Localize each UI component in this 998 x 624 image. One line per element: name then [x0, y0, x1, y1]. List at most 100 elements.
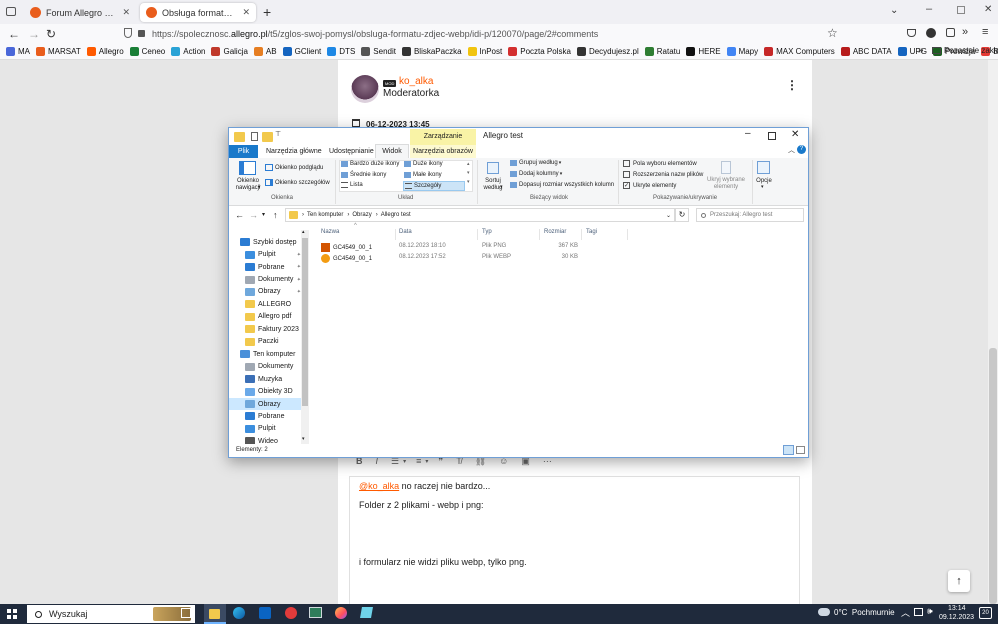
bookmark-item[interactable]: MAX Computers: [764, 47, 835, 56]
window-close-button[interactable]: ✕: [984, 4, 992, 15]
taskbar-app-icon[interactable]: [360, 607, 373, 618]
clock-time[interactable]: 13:14: [948, 605, 966, 612]
tray-chevron-icon[interactable]: ︿: [901, 606, 910, 619]
nav-item[interactable]: Szybki dostęp: [229, 236, 301, 248]
volume-icon[interactable]: 🕪: [927, 606, 933, 617]
nav-item[interactable]: Pobrane ✦: [229, 261, 301, 273]
bookmark-item[interactable]: Sendit: [361, 47, 396, 56]
refresh-button[interactable]: ↻: [675, 208, 689, 222]
column-header-size[interactable]: Rozmiar: [544, 229, 566, 235]
large-icons-view-toggle[interactable]: [796, 446, 805, 454]
recent-chevron-icon[interactable]: ▾: [262, 211, 265, 218]
quick-access-properties-icon[interactable]: [251, 132, 258, 141]
page-scrollbar-thumb[interactable]: [989, 348, 997, 604]
close-icon[interactable]: ✕: [116, 7, 130, 18]
layout-large-icons[interactable]: Duże ikony: [404, 161, 443, 167]
bookmark-item[interactable]: Action: [171, 47, 205, 56]
forward-icon[interactable]: →: [249, 210, 258, 220]
forward-icon[interactable]: →: [28, 27, 40, 41]
scroll-down-icon[interactable]: ▾: [302, 436, 305, 442]
bookmark-item[interactable]: BliskaPaczka: [401, 47, 462, 56]
taskbar-edge-icon[interactable]: [233, 607, 245, 619]
chevron-down-icon[interactable]: ▾: [425, 458, 428, 465]
tab-webp[interactable]: Obsługa formatu zdjęć webp - Allegro ✕: [140, 3, 256, 22]
bookmark-item[interactable]: ABC DATA: [840, 47, 892, 56]
new-folder-icon[interactable]: [262, 132, 273, 142]
close-button[interactable]: ✕: [791, 129, 799, 140]
avatar[interactable]: [351, 75, 379, 103]
bookmark-item[interactable]: GClient: [282, 47, 321, 56]
weather-text[interactable]: 0°C Pochmurnie: [834, 608, 895, 617]
clock-date[interactable]: 09.12.2023: [939, 614, 974, 621]
nav-item[interactable]: Muzyka: [229, 373, 301, 385]
nav-item[interactable]: Faktury 2023: [229, 323, 301, 335]
bookmark-item[interactable]: Poczta Polska: [508, 47, 571, 56]
preview-pane-button[interactable]: Okienko podglądu: [265, 164, 323, 171]
new-tab-button[interactable]: +: [263, 4, 271, 20]
nav-scrollbar-thumb[interactable]: [302, 238, 308, 406]
column-header-type[interactable]: Typ: [482, 229, 492, 235]
tab-overflow-chevron-icon[interactable]: ⌄: [890, 5, 898, 16]
nav-item[interactable]: Wideo: [229, 435, 301, 444]
bookmark-item[interactable]: MARSAT: [36, 47, 81, 56]
nav-item[interactable]: Dokumenty ✦: [229, 273, 301, 285]
bookmark-item[interactable]: DTS: [327, 47, 355, 56]
network-icon[interactable]: [914, 608, 923, 616]
lock-icon[interactable]: [138, 30, 145, 37]
add-columns-button[interactable]: Dodaj kolumny ▾: [510, 171, 562, 177]
mention-link[interactable]: @ko_alka: [359, 481, 399, 491]
up-icon[interactable]: ↑: [273, 210, 278, 220]
task-view-icon[interactable]: [181, 608, 191, 618]
layout-list[interactable]: Lista: [341, 182, 363, 188]
bookmark-item[interactable]: InPost: [467, 47, 502, 56]
nav-item[interactable]: Obrazy: [229, 397, 301, 411]
nav-item[interactable]: Obrazy ✦: [229, 286, 301, 298]
ribbon-tab-share[interactable]: Udostępnianie: [329, 145, 374, 158]
back-icon[interactable]: ←: [235, 210, 244, 220]
taskbar-search-box[interactable]: Wyszukaj: [27, 605, 195, 623]
chevron-down-icon[interactable]: ▾: [403, 458, 406, 465]
gallery-scroll-icon[interactable]: ▴ ▾ ▾: [467, 160, 470, 187]
bookmark-item[interactable]: Ceneo: [129, 47, 165, 56]
layout-details[interactable]: Szczegóły: [403, 181, 465, 191]
checkbox-item-checkboxes[interactable]: Pola wyboru elementów: [623, 160, 697, 167]
maximize-button[interactable]: [957, 6, 965, 14]
ribbon-tab-file[interactable]: Plik: [229, 145, 258, 158]
windows-start-icon[interactable]: [7, 609, 17, 619]
taskbar-explorer-icon[interactable]: [204, 604, 226, 624]
reply-editor[interactable]: [349, 476, 800, 604]
help-icon[interactable]: ?: [797, 145, 806, 154]
search-box[interactable]: Przeszukaj: Allegro test: [696, 208, 804, 222]
address-bar[interactable]: https://spolecznosc. allegro.pl/t5/zglos-…: [152, 25, 872, 43]
tab-list-icon[interactable]: [6, 7, 16, 16]
bookmark-item[interactable]: HERE: [686, 47, 721, 56]
layout-extra-large-icons[interactable]: Bardzo duże ikony: [341, 161, 399, 167]
file-row[interactable]: GC4549_00_1 08.12.2023 18:10 Plik PNG 36…: [315, 243, 735, 254]
chevron-down-icon[interactable]: ▾: [761, 184, 764, 190]
nav-item[interactable]: Obiekty 3D: [229, 385, 301, 397]
other-bookmarks-folder[interactable]: Pozostałe zakładki: [932, 46, 998, 55]
ribbon-collapse-chevron-icon[interactable]: ︿: [788, 145, 795, 155]
extensions-icon[interactable]: [946, 28, 955, 37]
close-icon[interactable]: ✕: [236, 7, 250, 18]
bookmarks-more-chevrons-icon[interactable]: »: [918, 45, 924, 56]
group-by-button[interactable]: Grupuj według ▾: [510, 160, 561, 166]
bookmark-item[interactable]: Mapy: [726, 47, 758, 56]
tab-forum[interactable]: Forum Allegro Gadane: społeczność ✕: [24, 3, 136, 22]
file-row[interactable]: GC4549_00_1 08.12.2023 17:52 Plik WEBP 3…: [315, 254, 735, 265]
scroll-up-icon[interactable]: ▴: [302, 229, 305, 235]
chevron-down-icon[interactable]: ▾: [500, 184, 503, 190]
reload-icon[interactable]: ↻: [46, 27, 56, 41]
bookmark-item[interactable]: Ratatu: [644, 47, 680, 56]
nav-item[interactable]: Pulpit: [229, 423, 301, 435]
pocket-icon[interactable]: [907, 29, 916, 37]
nav-item[interactable]: Paczki: [229, 336, 301, 348]
checkbox-checked[interactable]: ✓: [623, 182, 630, 189]
column-header-tags[interactable]: Tagi: [586, 229, 597, 235]
nav-pane-icon[interactable]: [239, 161, 256, 175]
breadcrumb-item[interactable]: Obrazy: [352, 212, 371, 218]
checkbox[interactable]: [623, 171, 630, 178]
breadcrumb-item[interactable]: Ten komputer: [307, 212, 343, 218]
minimize-button[interactable]: –: [745, 128, 751, 139]
taskbar-app-icon[interactable]: [309, 607, 322, 618]
